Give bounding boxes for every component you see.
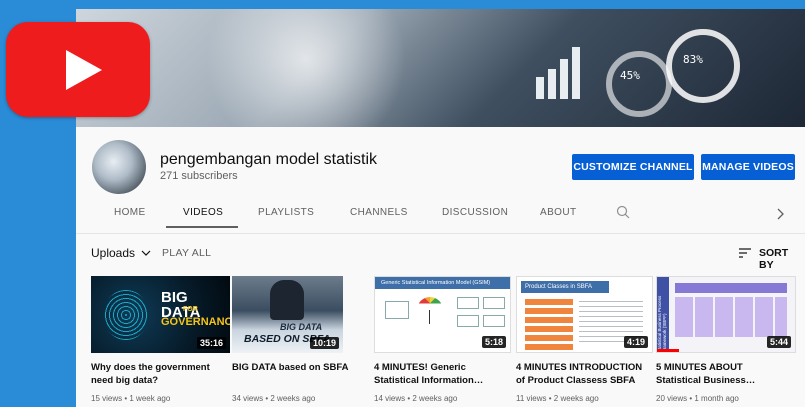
video-duration-5: 5:44: [766, 336, 791, 348]
video-meta-1: 15 views • 1 week ago: [91, 394, 171, 403]
video-title-1-line1: Why does the government: [91, 362, 210, 373]
channel-banner: 45% 83%: [76, 9, 805, 127]
thumb-5-text1: Statistical Business Process Framework (…: [657, 277, 669, 352]
video-thumbnail-1[interactable]: BIG DATA FOR GOVERNANCE 35:16: [91, 276, 230, 353]
video-duration-4: 4:19: [623, 336, 648, 348]
video-thumbnail-3[interactable]: Generic Statistical Information Model (G…: [374, 276, 511, 353]
chevron-right-icon[interactable]: [776, 208, 784, 220]
uploads-label: Uploads: [91, 246, 136, 260]
banner-bar-graphic: [536, 47, 580, 99]
video-title-4-line2: of Product Classess SBFA: [516, 375, 636, 386]
video-title-1-line2: need big data?: [91, 375, 159, 386]
watch-progress-bar: [657, 349, 679, 352]
tab-discussion[interactable]: DISCUSSION: [442, 207, 508, 218]
video-title-5-line2: Statistical Business…: [656, 375, 756, 386]
tabs-divider: [76, 233, 805, 234]
person-silhouette: [270, 280, 304, 320]
tab-videos[interactable]: VIDEOS: [183, 207, 223, 218]
banner-ring1-text: 45%: [620, 69, 640, 82]
video-title-1[interactable]: Why does the government need big data?: [91, 361, 231, 387]
video-title-4[interactable]: 4 MINUTES INTRODUCTION of Product Classe…: [516, 361, 656, 387]
chevron-down-icon: [141, 250, 151, 257]
video-meta-4: 11 views • 2 weeks ago: [516, 394, 599, 403]
video-duration-2: 10:19: [309, 337, 339, 349]
video-title-3-line2: Statistical Information…: [374, 375, 484, 386]
video-thumbnail-5[interactable]: Statistical Business Process Framework (…: [656, 276, 796, 353]
video-meta-3: 14 views • 2 weeks ago: [374, 394, 458, 403]
tab-channels[interactable]: CHANNELS: [350, 207, 408, 218]
video-thumbnail-2[interactable]: BIG DATA BASED ON SBFA 10:19: [232, 276, 343, 353]
youtube-logo: [6, 22, 150, 117]
banner-ring2-text: 83%: [683, 53, 703, 66]
video-duration-3: 5:18: [481, 336, 506, 348]
thumb-1-text3: GOVERNANCE: [161, 316, 230, 328]
search-icon[interactable]: [616, 205, 630, 219]
video-title-5[interactable]: 5 MINUTES ABOUT Statistical Business…: [656, 361, 796, 387]
video-meta-2: 34 views • 2 weeks ago: [232, 394, 316, 403]
active-tab-indicator: [166, 226, 238, 228]
sort-by-button[interactable]: SORT BY: [759, 247, 805, 271]
video-title-3-line1: 4 MINUTES! Generic: [374, 362, 466, 373]
video-title-5-line1: 5 MINUTES ABOUT: [656, 362, 743, 373]
thumb-1-text2: FOR: [183, 306, 198, 313]
video-thumbnail-4[interactable]: Product Classes in SBFA 4:19: [516, 276, 653, 353]
thumb-2-text1: BIG DATA: [280, 322, 323, 332]
tab-home[interactable]: HOME: [114, 207, 146, 218]
subscriber-count: 271 subscribers: [160, 170, 238, 182]
uploads-dropdown[interactable]: Uploads: [91, 246, 151, 260]
video-title-2[interactable]: BIG DATA based on SBFA: [232, 361, 372, 374]
channel-avatar[interactable]: [92, 140, 146, 194]
thumb-3-text1: Generic Statistical Information Model (G…: [375, 277, 510, 289]
channel-name: pengembangan model statistik: [160, 151, 378, 168]
customize-channel-button[interactable]: CUSTOMIZE CHANNEL: [572, 154, 694, 180]
umbrella-icon: [417, 297, 443, 310]
play-all-button[interactable]: PLAY ALL: [162, 247, 211, 259]
thumb-4-boxes: [525, 299, 573, 350]
video-title-2-line1: BIG DATA based on SBFA: [232, 362, 349, 373]
fingerprint-icon: [103, 290, 149, 340]
tab-playlists[interactable]: PLAYLISTS: [258, 207, 314, 218]
thumb-4-text1: Product Classes in SBFA: [521, 281, 609, 293]
video-duration-1: 35:16: [196, 337, 226, 349]
video-title-3[interactable]: 4 MINUTES! Generic Statistical Informati…: [374, 361, 514, 387]
video-title-4-line1: 4 MINUTES INTRODUCTION: [516, 362, 643, 373]
manage-videos-button[interactable]: MANAGE VIDEOS: [701, 154, 795, 180]
sort-icon[interactable]: [739, 248, 751, 258]
video-meta-5: 20 views • 1 month ago: [656, 394, 739, 403]
tab-about[interactable]: ABOUT: [540, 207, 576, 218]
